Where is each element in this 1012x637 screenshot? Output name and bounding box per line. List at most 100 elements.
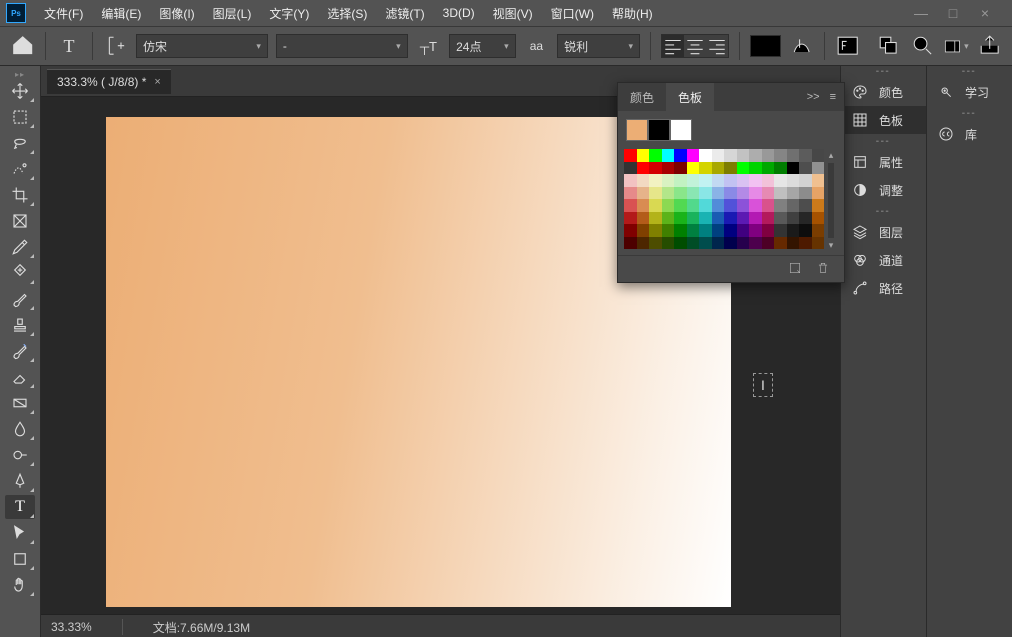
- delete-swatch-button[interactable]: [816, 261, 830, 278]
- swatch-cell[interactable]: [624, 187, 637, 200]
- shape-tool[interactable]: [5, 547, 35, 571]
- swatch-cell[interactable]: [787, 149, 800, 162]
- swatch-cell[interactable]: [624, 212, 637, 225]
- swatch-cell[interactable]: [774, 224, 787, 237]
- swatch-cell[interactable]: [699, 149, 712, 162]
- swatch-cell[interactable]: [637, 162, 650, 175]
- swatch-cell[interactable]: [799, 149, 812, 162]
- menu-view[interactable]: 视图(V): [485, 1, 541, 26]
- dodge-tool[interactable]: [5, 443, 35, 467]
- swatch-cell[interactable]: [687, 149, 700, 162]
- blur-tool[interactable]: [5, 417, 35, 441]
- hand-tool[interactable]: [5, 573, 35, 597]
- swatch-cell[interactable]: [637, 237, 650, 250]
- eraser-tool[interactable]: [5, 365, 35, 389]
- panel-adjustments[interactable]: 调整: [841, 176, 926, 204]
- swatch-cell[interactable]: [637, 224, 650, 237]
- swatch-cell[interactable]: [737, 199, 750, 212]
- swatches-panel-collapse-button[interactable]: >>: [807, 91, 820, 103]
- swatch-cell[interactable]: [774, 199, 787, 212]
- swatch-cell[interactable]: [674, 174, 687, 187]
- swatch-cell[interactable]: [724, 224, 737, 237]
- swatch-cell[interactable]: [649, 174, 662, 187]
- swatch-cell[interactable]: [724, 162, 737, 175]
- panel-layers[interactable]: 图层: [841, 218, 926, 246]
- menu-3d[interactable]: 3D(D): [435, 2, 483, 24]
- swatch-cell[interactable]: [737, 212, 750, 225]
- menu-help[interactable]: 帮助(H): [604, 1, 661, 26]
- swatch-cell[interactable]: [699, 224, 712, 237]
- swatch-cell[interactable]: [712, 212, 725, 225]
- swatch-cell[interactable]: [774, 149, 787, 162]
- panel-paths[interactable]: 路径: [841, 274, 926, 302]
- swatch-cell[interactable]: [812, 174, 825, 187]
- swatch-cell[interactable]: [749, 212, 762, 225]
- swatch-cell[interactable]: [624, 174, 637, 187]
- swatch-cell[interactable]: [749, 237, 762, 250]
- swatch-cell[interactable]: [749, 224, 762, 237]
- swatch-cell[interactable]: [624, 162, 637, 175]
- swatch-cell[interactable]: [662, 149, 675, 162]
- swatch-cell[interactable]: [624, 149, 637, 162]
- swatch-cell[interactable]: [799, 187, 812, 200]
- swatch-cell[interactable]: [624, 237, 637, 250]
- swatch-cell[interactable]: [787, 237, 800, 250]
- swatch-cell[interactable]: [749, 199, 762, 212]
- new-swatch-button[interactable]: [788, 261, 802, 278]
- swatch-cell[interactable]: [724, 149, 737, 162]
- swatch-cell[interactable]: [812, 224, 825, 237]
- align-center-button[interactable]: [684, 35, 706, 57]
- swatch-cell[interactable]: [749, 149, 762, 162]
- history-brush-tool[interactable]: [5, 339, 35, 363]
- text-orientation-button[interactable]: [103, 32, 128, 60]
- swatch-cell[interactable]: [762, 224, 775, 237]
- search-button[interactable]: [910, 32, 935, 60]
- doc-tab-close-icon[interactable]: ×: [154, 76, 160, 88]
- swatch-cell[interactable]: [737, 237, 750, 250]
- swatches-panel-tab-color[interactable]: 颜色: [618, 83, 666, 112]
- swatch-cell[interactable]: [687, 174, 700, 187]
- swatch-cell[interactable]: [649, 162, 662, 175]
- type-tool[interactable]: T: [5, 495, 35, 519]
- marquee-tool[interactable]: [5, 105, 35, 129]
- menu-layer[interactable]: 图层(L): [205, 1, 260, 26]
- swatch-cell[interactable]: [687, 187, 700, 200]
- swatch-cell[interactable]: [724, 174, 737, 187]
- swatch-cell[interactable]: [774, 212, 787, 225]
- swatch-cell[interactable]: [637, 187, 650, 200]
- current-swatch[interactable]: [626, 119, 648, 141]
- swatch-cell[interactable]: [699, 237, 712, 250]
- anti-alias-select[interactable]: 锐利▾: [557, 34, 640, 58]
- swatch-cell[interactable]: [812, 162, 825, 175]
- panel-swatches[interactable]: 色板: [841, 106, 926, 134]
- home-button[interactable]: [10, 32, 35, 60]
- brush-tool[interactable]: [5, 287, 35, 311]
- swatch-cell[interactable]: [712, 174, 725, 187]
- swatch-cell[interactable]: [724, 199, 737, 212]
- swatch-cell[interactable]: [737, 174, 750, 187]
- align-right-button[interactable]: [706, 35, 728, 57]
- swatch-cell[interactable]: [737, 224, 750, 237]
- panel-properties[interactable]: 属性: [841, 148, 926, 176]
- swatch-cell[interactable]: [762, 212, 775, 225]
- swatch-cell[interactable]: [812, 199, 825, 212]
- menu-select[interactable]: 选择(S): [319, 1, 375, 26]
- swatch-cell[interactable]: [762, 199, 775, 212]
- frame-tool[interactable]: [5, 209, 35, 233]
- swatch-cell[interactable]: [649, 149, 662, 162]
- swatch-cell[interactable]: [737, 149, 750, 162]
- swatch-cell[interactable]: [662, 237, 675, 250]
- swatch-cell[interactable]: [674, 187, 687, 200]
- swatches-panel-tab-swatch[interactable]: 色板: [666, 83, 714, 112]
- swatch-cell[interactable]: [637, 174, 650, 187]
- swatch-cell[interactable]: [799, 237, 812, 250]
- swatch-cell[interactable]: [674, 149, 687, 162]
- pen-tool[interactable]: [5, 469, 35, 493]
- gradient-tool[interactable]: [5, 391, 35, 415]
- swatch-cell[interactable]: [699, 187, 712, 200]
- window-minimize-button[interactable]: —: [914, 5, 928, 21]
- swatch-cell[interactable]: [712, 237, 725, 250]
- swatch-cell[interactable]: [624, 224, 637, 237]
- swatch-cell[interactable]: [712, 187, 725, 200]
- font-size-select[interactable]: 24点▾: [449, 34, 516, 58]
